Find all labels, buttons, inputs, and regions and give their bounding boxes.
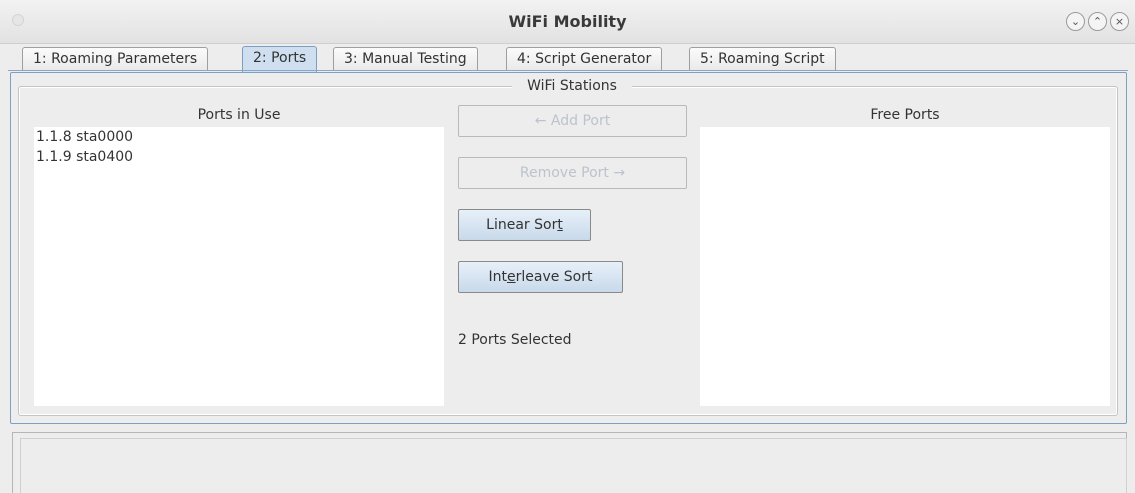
bottom-text-area[interactable] <box>20 438 1127 493</box>
wifi-stations-title: WiFi Stations <box>512 76 632 96</box>
linear-sort-button[interactable]: Linear Sort <box>458 209 591 241</box>
minimize-icon[interactable]: ⌄ <box>1066 12 1085 31</box>
maximize-icon[interactable]: ⌃ <box>1088 12 1107 31</box>
linear-sort-label: Linear Sor <box>486 217 558 233</box>
list-item[interactable]: 1.1.8 sta0000 <box>34 127 444 147</box>
remove-port-button[interactable]: Remove Port → <box>458 157 687 189</box>
free-ports-header: Free Ports <box>870 107 940 123</box>
interleave-sort-mnemonic: e <box>506 269 516 285</box>
tab-divider <box>8 70 1128 71</box>
tab-roaming-parameters[interactable]: 1: Roaming Parameters <box>22 47 209 71</box>
ports-in-use-header: Ports in Use <box>197 107 281 123</box>
ports-in-use-list[interactable]: 1.1.8 sta0000 1.1.9 sta0400 <box>34 127 444 406</box>
tab-manual-testing[interactable]: 3: Manual Testing <box>333 47 478 71</box>
window-title: WiFi Mobility <box>508 12 627 31</box>
close-icon[interactable]: × <box>1110 12 1129 31</box>
list-item[interactable]: 1.1.9 sta0400 <box>34 147 444 167</box>
tab-script-generator[interactable]: 4: Script Generator <box>506 47 663 71</box>
linear-sort-mnemonic: t <box>557 217 563 233</box>
add-port-button[interactable]: ← Add Port <box>458 105 687 137</box>
tab-ports[interactable]: 2: Ports <box>242 46 318 72</box>
interleave-sort-label-post: rleave Sort <box>515 269 593 285</box>
free-ports-list[interactable] <box>700 127 1110 406</box>
ports-selected-status: 2 Ports Selected <box>458 332 572 348</box>
tab-roaming-script[interactable]: 5: Roaming Script <box>689 47 836 71</box>
interleave-sort-button[interactable]: Interleave Sort <box>458 261 623 293</box>
interleave-sort-label-pre: Int <box>488 269 507 285</box>
